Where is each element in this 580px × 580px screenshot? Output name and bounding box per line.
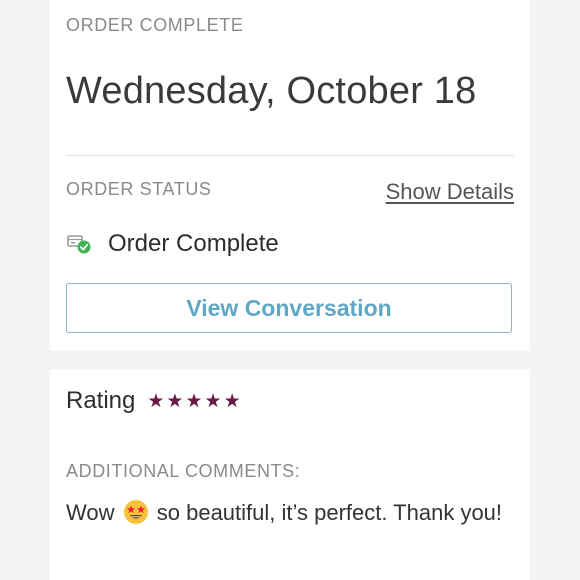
comment-text-end: so beautiful, it’s perfect. Thank you! <box>156 500 503 525</box>
order-status-label: ORDER STATUS <box>66 179 212 199</box>
order-date-title: Wednesday, October 18 <box>66 70 477 112</box>
star-icon: ★ <box>204 390 222 412</box>
star-icon: ★ <box>166 390 184 412</box>
rating-card: Rating ★ ★ ★ ★ ★ ADDITIONAL COMMENTS: Wo… <box>50 369 530 580</box>
order-summary-card: ORDER COMPLETE Wednesday, October 18 ORD… <box>50 0 530 351</box>
star-icon: ★ <box>147 390 165 412</box>
order-details-page: ORDER COMPLETE Wednesday, October 18 ORD… <box>0 0 580 580</box>
comment-text: Wow so beautiful, it’s perfect. Thank yo… <box>66 497 516 529</box>
order-complete-label: ORDER COMPLETE <box>66 15 244 35</box>
package-check-icon <box>66 233 92 255</box>
rating-stars: ★ ★ ★ ★ ★ <box>147 392 242 411</box>
star-struck-emoji-icon <box>123 499 149 525</box>
additional-comments-label: ADDITIONAL COMMENTS: <box>66 461 301 481</box>
star-icon: ★ <box>185 390 203 412</box>
divider <box>66 155 514 156</box>
status-row: Order Complete <box>66 230 279 258</box>
view-conversation-button[interactable]: View Conversation <box>66 283 512 333</box>
rating-label: Rating <box>66 387 136 414</box>
rating-row: Rating ★ ★ ★ ★ ★ <box>66 387 243 415</box>
comment-text-start: Wow <box>66 500 115 525</box>
show-details-link[interactable]: Show Details <box>386 179 514 205</box>
order-status-text: Order Complete <box>108 230 279 257</box>
star-icon: ★ <box>223 390 241 412</box>
